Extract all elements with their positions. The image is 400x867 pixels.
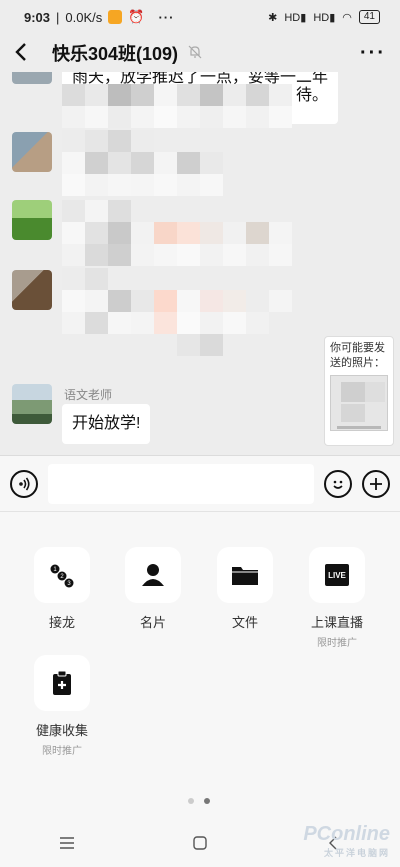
chat-title: 快乐304班(109) [52,44,179,64]
pixelated-message-content [62,130,292,196]
photo-suggestion-text: 你可能要发送的照片： [330,342,385,369]
jielong-icon: 1 2 3 [34,547,90,603]
tool-label: 上课直播 [310,615,363,630]
menu-icon[interactable] [47,837,87,849]
pixelated-message-content [62,200,292,266]
message-text: 开始放学! [72,415,141,432]
more-tools-panel: 1 2 3 接龙 名片 文件 LIVE 上课直播 限时推广 健康收集 限时推广 [0,511,400,819]
bluetooth-icon: ✱ [268,11,278,24]
network-speed: 0.0K/s [65,9,103,25]
promo-tag: 限时推广 [317,638,357,649]
status-divider: | [56,9,60,25]
suggested-photo-thumbnail[interactable] [330,375,388,431]
status-more-icon: ··· [158,9,175,25]
pixelated-message-content [62,84,292,128]
clipboard-medical-icon [34,655,90,711]
notification-app-icon [108,10,123,24]
home-icon[interactable] [180,836,220,850]
avatar[interactable] [12,132,52,172]
tool-business-card[interactable]: 名片 [113,547,193,631]
page-dot[interactable] [188,798,194,804]
avatar[interactable] [12,270,52,310]
page-dot-active[interactable] [204,798,210,804]
sender-name: 语文老师 [64,388,113,402]
tool-jielong[interactable]: 1 2 3 接龙 [22,547,102,631]
emoji-icon[interactable] [324,469,352,498]
status-time: 9:03 [24,9,51,25]
avatar[interactable] [12,200,52,240]
tool-label: 健康收集 [35,723,88,738]
tool-label: 接龙 [48,615,75,630]
message-input[interactable] [48,463,314,504]
battery-icon: 41 [358,10,380,24]
folder-icon [217,547,273,603]
page-indicator [188,798,210,804]
tool-label: 名片 [139,615,166,630]
status-bar: 9:03 | 0.0K/s ⏰ ··· ✱ HD▮ HD▮ ◠ 41 [0,0,400,34]
voice-input-icon[interactable] [10,469,38,498]
message-input-bar [0,455,400,511]
watermark-logo: PConline 太平洋电脑网 [303,823,390,858]
mute-bell-icon [188,45,202,62]
signal-1-icon: HD▮ [284,11,307,24]
message-bubble[interactable]: 开始放学! [62,404,151,444]
message-text-end: 待。 [295,87,328,104]
tool-health-collection[interactable]: 健康收集 限时推广 [22,655,102,757]
tool-label: 文件 [231,615,258,630]
promo-tag: 限时推广 [42,746,82,757]
signal-2-icon: HD▮ [313,11,336,24]
more-options-icon[interactable]: ··· [360,42,386,65]
chat-header: 快乐304班(109) ··· [0,34,400,72]
pixelated-message-content [62,268,292,356]
tool-live-class[interactable]: LIVE 上课直播 限时推广 [297,547,377,649]
tool-file[interactable]: 文件 [205,547,285,631]
alarm-icon: ⏰ [128,9,145,24]
chat-messages-area: 雨天，放学推迟了一点，妥等一二年 待。 你可能要发送的照片： 语文老师 开始放学… [0,72,400,455]
photo-suggestion-popup[interactable]: 你可能要发送的照片： [324,336,394,446]
avatar[interactable] [12,384,52,424]
contact-card-icon [125,547,181,603]
wifi-icon: ◠ [342,11,352,24]
add-more-icon[interactable] [362,469,390,498]
back-arrow-icon[interactable] [14,40,40,66]
live-broadcast-icon: LIVE [309,547,365,603]
avatar[interactable] [12,72,52,84]
